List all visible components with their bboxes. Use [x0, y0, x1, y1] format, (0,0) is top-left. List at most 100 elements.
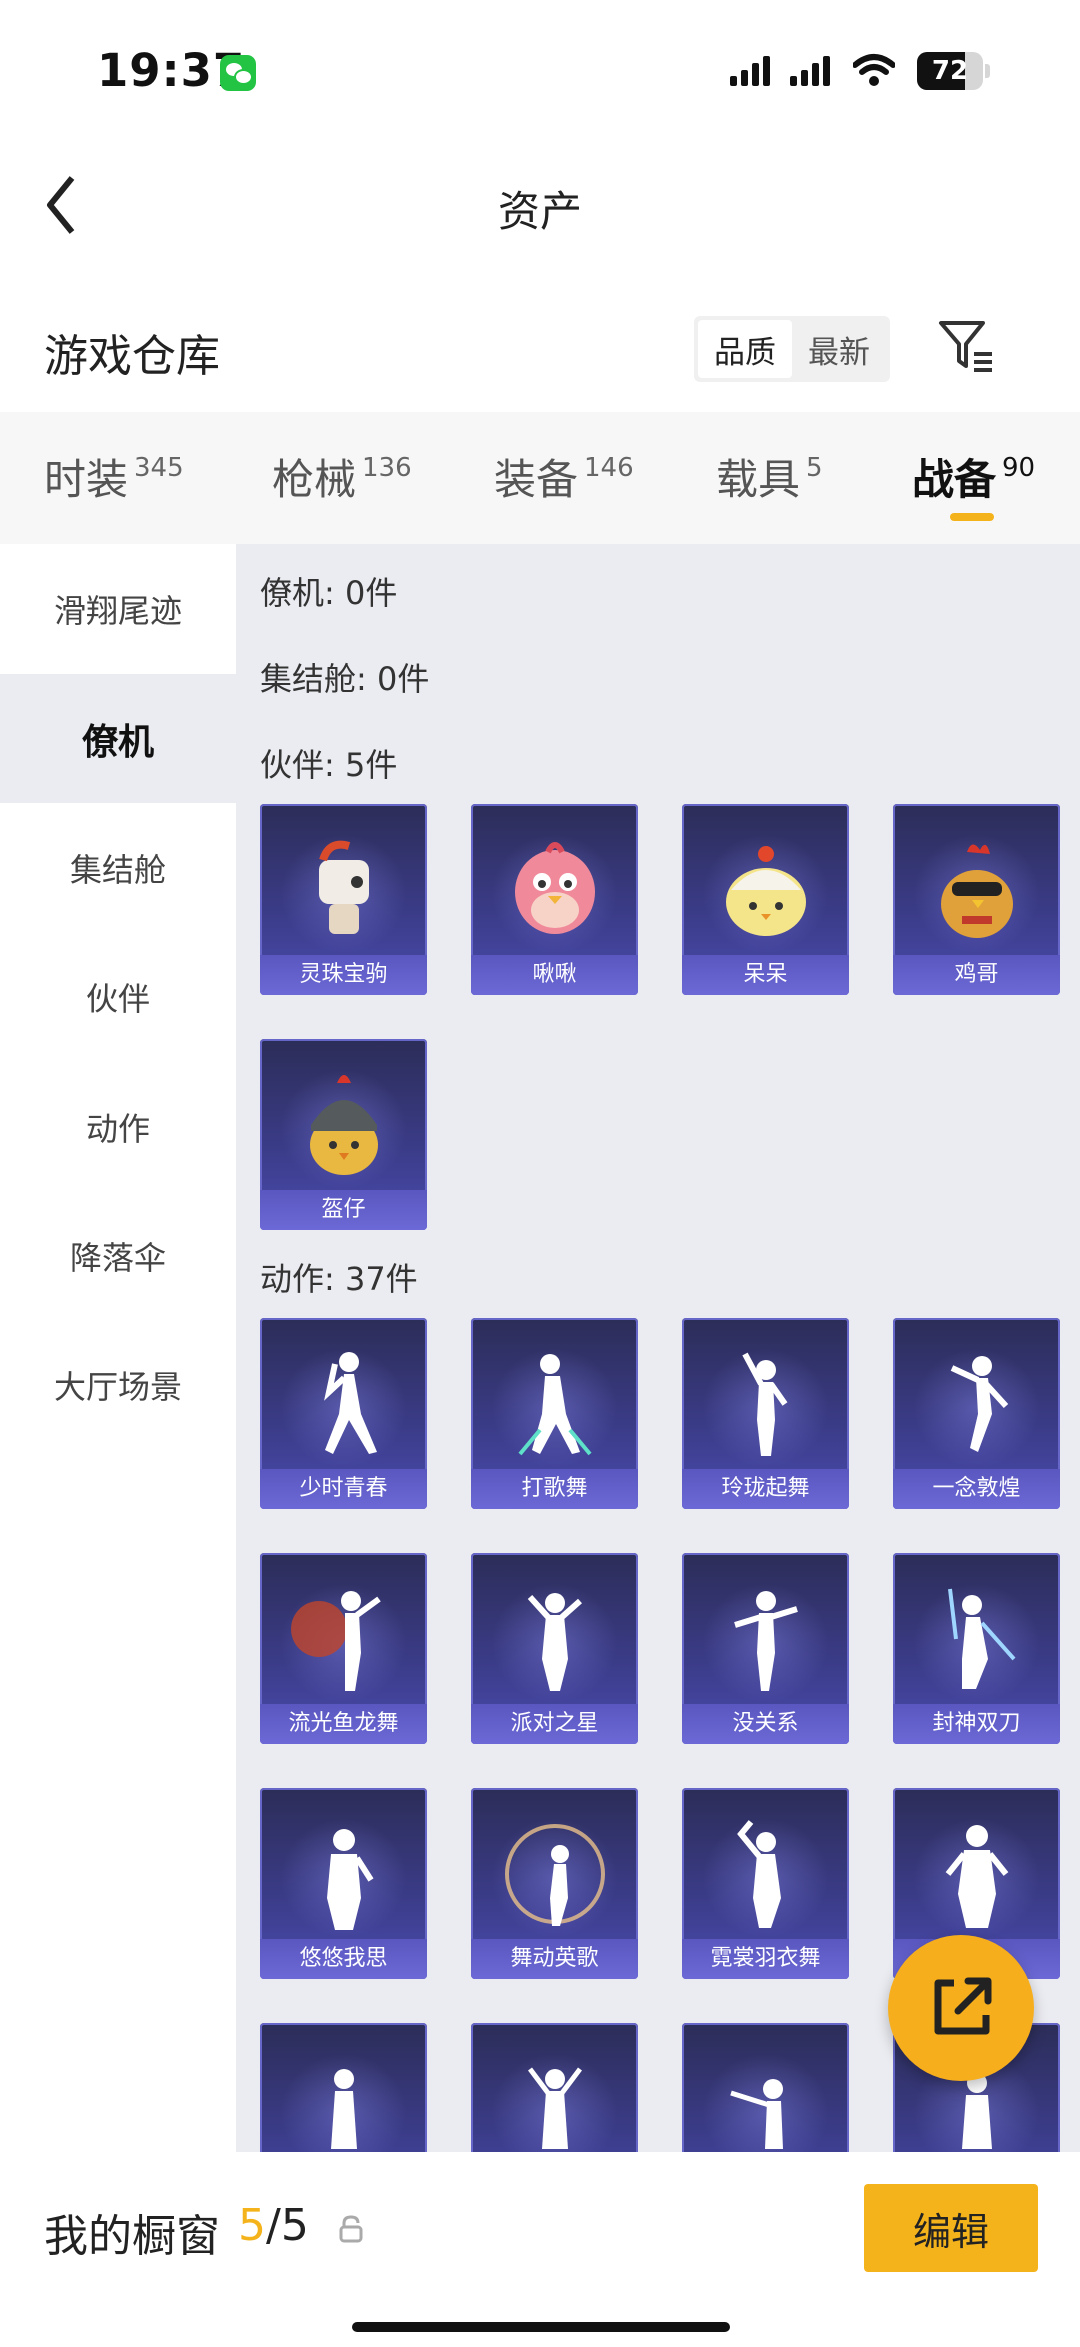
battery-icon: 72 — [917, 52, 983, 90]
tab-count: 136 — [362, 453, 412, 483]
dancer-silhouette-icon — [733, 1591, 798, 1691]
tab-count: 345 — [134, 453, 184, 483]
partner-card[interactable]: 盔仔 — [260, 1039, 427, 1230]
section-rally-pod-count: 集结舱: 0件 — [260, 660, 430, 698]
sort-newest-button[interactable]: 最新 — [792, 320, 886, 378]
card-label: 玲珑起舞 — [682, 1469, 849, 1509]
sort-toggle: 品质 最新 — [694, 316, 890, 382]
showcase-label: 我的橱窗 — [44, 2211, 220, 2262]
sidebar: 滑翔尾迹 僚机 集结舱 伙伴 动作 降落伞 大厅场景 — [0, 544, 236, 2152]
cellular-signal-icon — [730, 56, 770, 86]
action-card[interactable]: 玲珑起舞 — [682, 1318, 849, 1509]
cellular-signal-icon — [790, 56, 830, 86]
section-wingman-count: 僚机: 0件 — [260, 574, 398, 612]
card-label: 鸡哥 — [893, 955, 1060, 995]
share-button[interactable] — [888, 1935, 1034, 2081]
home-indicator — [352, 2322, 730, 2332]
action-card[interactable] — [471, 2023, 638, 2152]
card-label: 一念敦煌 — [893, 1469, 1060, 1509]
sidebar-item-wingman[interactable]: 僚机 — [0, 674, 236, 803]
partner-card[interactable]: 啾啾 — [471, 804, 638, 995]
tab-label: 装备 — [494, 455, 579, 504]
dancer-silhouette-icon — [504, 1824, 605, 1926]
tab-label: 载具 — [716, 455, 801, 504]
card-label: 少时青春 — [260, 1469, 427, 1509]
sidebar-item-rally-pod[interactable]: 集结舱 — [0, 803, 236, 932]
lock-icon — [339, 2215, 363, 2243]
sidebar-item-parachute[interactable]: 降落伞 — [0, 1191, 236, 1320]
category-tabs: 时装 345 枪械 136 装备 146 载具 5 战备 90 — [0, 412, 1080, 544]
helmet-chick-icon — [309, 1075, 378, 1175]
tab-label: 枪械 — [272, 455, 357, 504]
card-label: 派对之星 — [471, 1704, 638, 1744]
dancer-silhouette-icon — [741, 1352, 787, 1456]
tab-battle-prep[interactable]: 战备 90 — [912, 446, 1035, 507]
dancer-silhouette-icon — [323, 1352, 377, 1454]
partner-card[interactable]: 鸡哥 — [893, 804, 1060, 995]
card-label: 霓裳羽衣舞 — [682, 1939, 849, 1979]
dancer-silhouette-icon — [945, 1825, 1008, 1928]
dancer-silhouette-icon — [326, 1829, 374, 1930]
dancer-silhouette-icon — [527, 1593, 582, 1691]
action-card[interactable]: 悠悠我思 — [260, 1788, 427, 1979]
filter-icon[interactable] — [938, 318, 994, 376]
dancer-silhouette-icon — [947, 1588, 1015, 1689]
chick-icon — [725, 846, 806, 936]
action-card[interactable]: 霓裳羽衣舞 — [682, 1788, 849, 1979]
wechat-icon — [220, 55, 256, 91]
edit-button[interactable]: 编辑 — [864, 2184, 1038, 2272]
section-partner-count: 伙伴: 5件 — [260, 746, 398, 784]
action-card[interactable]: 派对之星 — [471, 1553, 638, 1744]
tab-fashion[interactable]: 时装 345 — [44, 446, 184, 507]
dancer-silhouette-icon — [527, 2067, 582, 2149]
action-card[interactable]: 封神双刀 — [893, 1553, 1060, 1744]
battery-tip — [985, 64, 990, 78]
horse-mascot-icon — [318, 840, 369, 934]
card-label: 盔仔 — [260, 1190, 427, 1230]
dancer-silhouette-icon — [330, 2069, 357, 2149]
action-card[interactable]: 打歌舞 — [471, 1318, 638, 1509]
tab-count: 5 — [806, 453, 823, 483]
sidebar-item-glide-trail[interactable]: 滑翔尾迹 — [0, 544, 236, 673]
sort-quality-button[interactable]: 品质 — [698, 320, 792, 378]
wifi-icon — [853, 54, 895, 86]
sidebar-item-action[interactable]: 动作 — [0, 1062, 236, 1191]
dancer-silhouette-icon — [729, 2079, 783, 2149]
card-label: 没关系 — [682, 1704, 849, 1744]
tab-firearms[interactable]: 枪械 136 — [272, 446, 412, 507]
section-action-count: 动作: 37件 — [260, 1260, 418, 1298]
page-title: 资产 — [497, 187, 582, 236]
pink-bird-icon — [514, 842, 595, 934]
card-label: 舞动英歌 — [471, 1939, 638, 1979]
partner-card[interactable]: 呆呆 — [682, 804, 849, 995]
tab-count: 146 — [584, 453, 634, 483]
status-bar: 19:37 72 — [0, 0, 1080, 140]
action-card[interactable]: 舞动英歌 — [471, 1788, 638, 1979]
sidebar-item-lobby-scene[interactable]: 大厅场景 — [0, 1320, 236, 1449]
active-tab-indicator — [950, 513, 994, 521]
card-label: 灵珠宝驹 — [260, 955, 427, 995]
dancer-silhouette-icon — [950, 1356, 1008, 1452]
action-card[interactable] — [682, 2023, 849, 2152]
action-card[interactable] — [260, 2023, 427, 2152]
tab-label: 时装 — [44, 455, 129, 504]
warehouse-title: 游戏仓库 — [44, 331, 220, 382]
action-card[interactable]: 没关系 — [682, 1553, 849, 1744]
card-label: 啾啾 — [471, 955, 638, 995]
dancer-silhouette-icon — [736, 1820, 781, 1928]
dancer-silhouette-icon — [517, 1354, 592, 1456]
battery-level: 72 — [931, 56, 969, 86]
tab-equipment[interactable]: 装备 146 — [494, 446, 634, 507]
tab-count: 90 — [1002, 453, 1036, 483]
sidebar-item-partner[interactable]: 伙伴 — [0, 932, 236, 1061]
partner-card[interactable]: 灵珠宝驹 — [260, 804, 427, 995]
action-card[interactable]: 一念敦煌 — [893, 1318, 1060, 1509]
tab-vehicles[interactable]: 载具 5 — [716, 446, 823, 507]
card-label: 流光鱼龙舞 — [260, 1704, 427, 1744]
tab-label: 战备 — [912, 455, 997, 504]
rooster-icon — [940, 844, 1013, 938]
action-card[interactable]: 流光鱼龙舞 — [260, 1553, 427, 1744]
action-card[interactable]: 少时青春 — [260, 1318, 427, 1509]
card-label: 打歌舞 — [471, 1469, 638, 1509]
showcase-count: 5/5 — [238, 2200, 309, 2251]
